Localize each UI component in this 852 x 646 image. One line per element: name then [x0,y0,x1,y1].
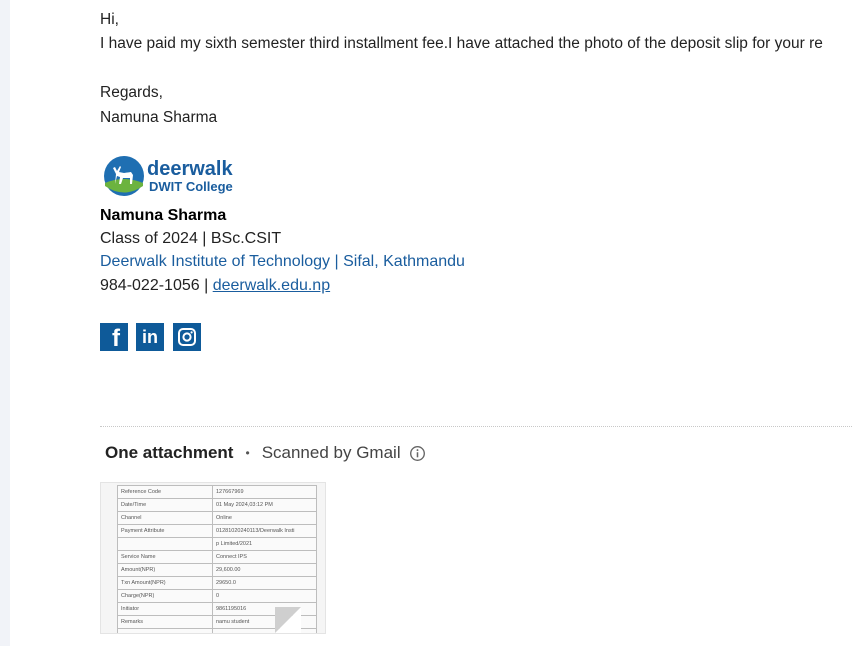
attachment-header: One attachment • Scanned by Gmail [105,443,426,463]
signature-name: Namuna Sharma [100,207,227,224]
scan-label: Scanned by Gmail [261,443,401,462]
linkedin-glyph: in [142,326,158,347]
slip-field-label [117,628,213,633]
signature-contact: 984-022-1056 | deerwalk.edu.np [100,277,330,295]
slip-field-label: Initiator [117,602,213,616]
slip-field-label: Reference Code [117,485,213,499]
attachment-divider [100,426,852,427]
slip-field-label: Txn Amount(NPR) [117,576,213,590]
slip-field-value: p Limited/2021 [212,537,317,551]
facebook-icon[interactable]: f [100,323,128,352]
slip-field-value: 29650.0 [212,576,317,590]
slip-field-value: 0 [212,589,317,603]
logo-title: deerwalk [147,158,233,180]
closing-text: Regards, [100,84,163,101]
website-link[interactable]: deerwalk.edu.np [213,277,330,294]
signature-class: Class of 2024 | BSc.CSIT [100,230,282,247]
slip-field-value: Connect IPS [212,550,317,564]
slip-field-label: Amount(NPR) [117,563,213,577]
page-fold-icon [275,607,301,633]
facebook-glyph: f [112,325,120,352]
sender-name: Namuna Sharma [100,109,218,126]
slip-field-label: Charge(NPR) [117,589,213,603]
slip-row: Service Name Connect IPS [117,550,317,564]
instagram-glyph [178,328,196,346]
slip-row: Txn Amount(NPR) 29650.0 [117,576,317,590]
slip-field-label: Channel [117,511,213,525]
slip-row: Date/Time 01 May 2024,03:12 PM [117,498,317,512]
slip-field-value: 01281020240113/Deerwalk Insti [212,524,317,538]
slip-row: Channel Online [117,511,317,525]
slip-row: Amount(NPR) 29,600.00 [117,563,317,577]
separator-dot: • [245,446,250,460]
slip-field-label [117,537,213,551]
attachment-count: One attachment [105,443,234,462]
signature-institute: Deerwalk Institute of Technology | Sifal… [100,253,465,270]
linkedin-icon[interactable]: in [136,323,164,351]
attachment-thumbnail[interactable]: Reference Code 127667969 Date/Time 01 May 2… [100,482,326,634]
slip-row: Reference Code 127667969 [117,485,317,499]
slip-row: Payment Attribute 01281020240113/Deerwalk… [117,524,317,538]
slip-field-value: 29,600.00 [212,563,317,577]
slip-field-label: Date/Time [117,498,213,512]
deerwalk-logo: deerwalk DWIT College [103,153,235,199]
slip-field-value: 01 May 2024,03:12 PM [212,498,317,512]
info-icon[interactable] [409,445,426,462]
slip-row: p Limited/2021 [117,537,317,551]
greeting-text: Hi, [100,11,119,28]
slip-field-value: Online [212,511,317,525]
slip-field-label: Payment Attribute [117,524,213,538]
instagram-icon[interactable] [173,323,201,351]
logo-subtitle: DWIT College [149,179,233,194]
slip-row: Charge(NPR) 0 [117,589,317,603]
signature-phone: 984-022-1056 | [100,277,213,294]
email-body-text: I have paid my sixth semester third inst… [100,35,823,52]
left-panel-edge [0,0,10,646]
slip-field-label: Remarks [117,615,213,629]
slip-field-value: 127667969 [212,485,317,499]
slip-field-label: Service Name [117,550,213,564]
